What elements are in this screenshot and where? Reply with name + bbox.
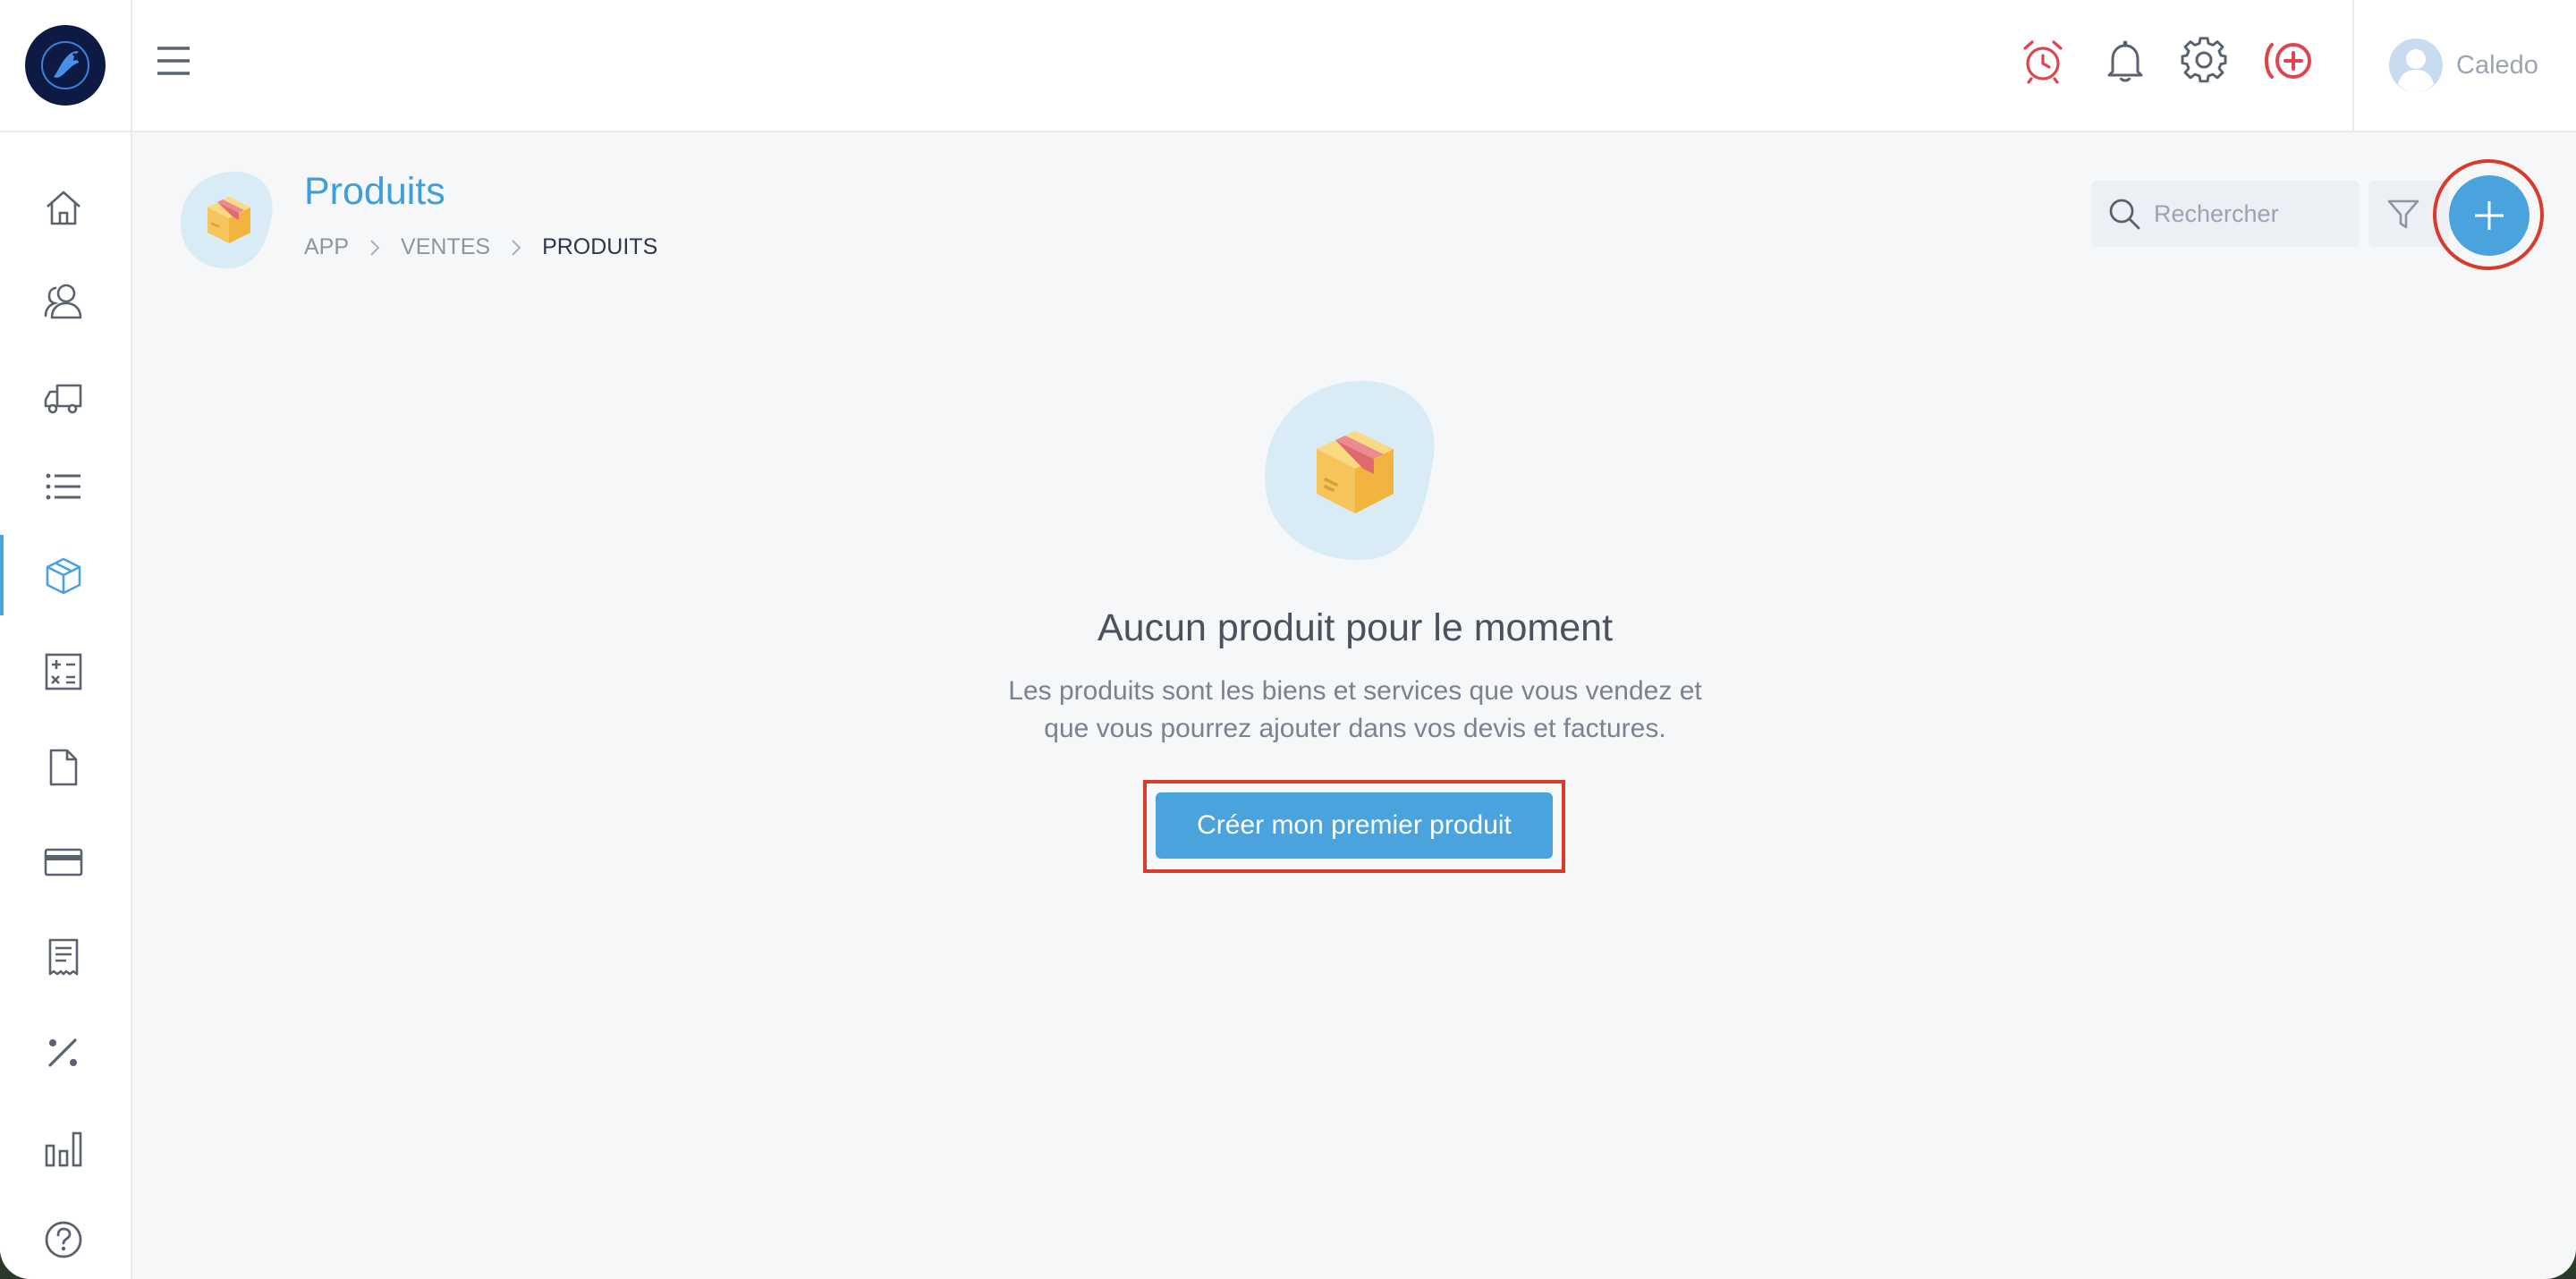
sidebar-item-suppliers[interactable] [0, 356, 131, 436]
breadcrumb-item-app[interactable]: APP [304, 234, 349, 260]
add-circle-icon[interactable] [2261, 36, 2318, 86]
sidebar-item-clients[interactable] [0, 260, 131, 341]
empty-state-description-line: Les produits sont les biens et services … [1008, 676, 1702, 706]
alarm-clock-icon[interactable] [2018, 36, 2068, 86]
page-title: Produits [304, 170, 445, 213]
hamburger-icon [157, 47, 190, 75]
receipt-icon [48, 938, 79, 976]
sidebar-item-payments[interactable] [0, 821, 131, 902]
empty-state-title: Aucun produit pour le moment [1097, 606, 1614, 649]
chevron-right-icon [510, 238, 522, 258]
logo-cell [0, 0, 132, 131]
create-first-product-button[interactable]: Créer mon premier produit [1156, 792, 1553, 859]
empty-state-description-line: que vous pourrez ajouter dans vos devis … [1044, 714, 1666, 743]
credit-card-icon [44, 848, 83, 877]
sidebar [0, 132, 132, 1279]
document-icon [49, 749, 78, 786]
help-icon [45, 1221, 82, 1258]
breadcrumb: APP VENTES PRODUITS [304, 234, 657, 260]
add-product-button[interactable] [2449, 175, 2529, 256]
search-box[interactable] [2091, 181, 2360, 247]
search-input[interactable] [2152, 199, 2352, 229]
bar-chart-icon [45, 1131, 82, 1167]
sidebar-item-documents[interactable] [0, 726, 131, 807]
list-icon [46, 473, 80, 500]
menu-toggle-button[interactable] [154, 41, 193, 80]
sidebar-item-list[interactable] [0, 445, 131, 526]
filter-icon [2387, 199, 2419, 229]
bell-icon[interactable] [2100, 36, 2150, 86]
sidebar-item-home[interactable] [0, 166, 131, 247]
sidebar-item-products[interactable] [0, 535, 131, 615]
box-icon [181, 171, 273, 269]
cube-icon [46, 557, 81, 595]
truck-icon [44, 384, 82, 414]
page-icon [175, 166, 283, 274]
breadcrumb-item-ventes[interactable]: VENTES [401, 234, 490, 260]
sidebar-item-receipts[interactable] [0, 916, 131, 996]
chevron-right-icon [369, 238, 381, 258]
app-window: Caledo Produits APP VENTES PRODUITS Rech… [0, 0, 2576, 1279]
gear-icon[interactable] [2179, 36, 2229, 86]
box-icon [1265, 380, 1435, 561]
breadcrumb-item-produits: PRODUITS [542, 234, 658, 259]
percent-icon [48, 1038, 77, 1067]
app-logo[interactable] [25, 25, 106, 106]
sidebar-item-reports[interactable] [0, 1107, 131, 1188]
users-icon [44, 284, 82, 319]
user-name: Caledo [2456, 50, 2538, 80]
plus-icon [2475, 201, 2504, 230]
user-separator [2352, 0, 2354, 131]
user-avatar-icon [2389, 38, 2443, 92]
empty-state-illustration [1259, 374, 1451, 565]
empty-state-description: Les produits sont les biens et services … [975, 673, 1735, 748]
home-icon [47, 191, 80, 225]
top-bar: Caledo [0, 0, 2576, 132]
sidebar-item-discounts[interactable] [0, 1011, 131, 1091]
search-icon [2109, 199, 2140, 230]
user-menu[interactable]: Caledo [2388, 34, 2538, 97]
sidebar-item-help[interactable] [0, 1199, 131, 1279]
calculator-icon [45, 653, 82, 690]
